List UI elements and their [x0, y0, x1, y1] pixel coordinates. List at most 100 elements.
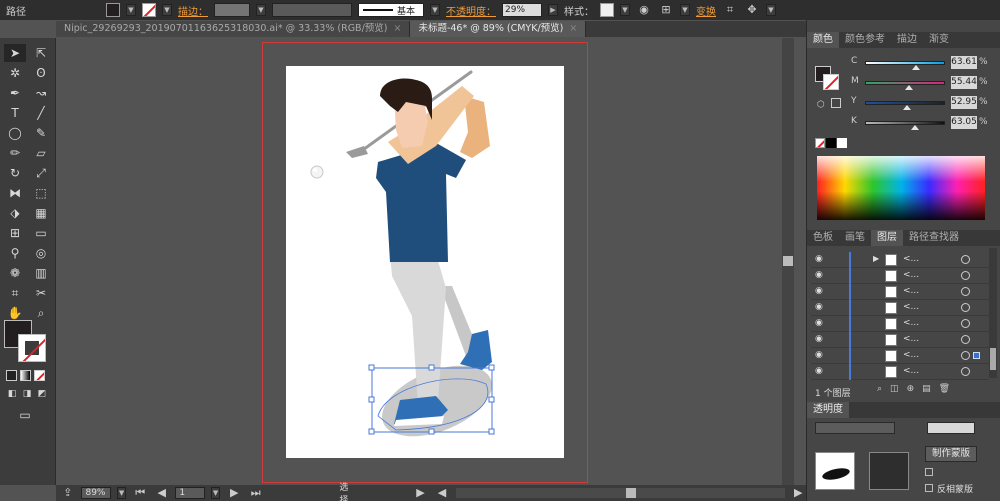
- horizontal-scrollbar[interactable]: [455, 488, 785, 498]
- fill-swatch[interactable]: [106, 3, 120, 17]
- tab-document-1[interactable]: Nipic_29269293_20190701163625318030.ai* …: [56, 21, 411, 37]
- stroke-swatch[interactable]: [142, 3, 156, 17]
- tab-color-guide[interactable]: 颜色参考: [839, 32, 891, 48]
- layer-name[interactable]: <...: [903, 334, 919, 344]
- target-icon[interactable]: [961, 319, 970, 328]
- scale-tool-icon[interactable]: ⤢: [30, 164, 52, 182]
- mask-thumbnail[interactable]: [869, 452, 909, 490]
- layer-name[interactable]: <...: [903, 350, 919, 360]
- eraser-tool-icon[interactable]: ▱: [30, 144, 52, 162]
- screen-mode-icon[interactable]: ▭: [14, 406, 36, 424]
- transform-label[interactable]: 变换: [696, 3, 716, 18]
- close-icon[interactable]: ×: [569, 23, 577, 34]
- curvature-tool-icon[interactable]: ↝: [30, 84, 52, 102]
- free-transform-tool-icon[interactable]: ⬚: [30, 184, 52, 202]
- canvas-area[interactable]: [56, 38, 794, 485]
- eye-icon[interactable]: ◉: [815, 270, 823, 280]
- eye-icon[interactable]: ◉: [815, 318, 823, 328]
- next-artboard-icon[interactable]: ▶: [226, 486, 241, 500]
- recolor-icon[interactable]: ◉: [636, 3, 652, 17]
- transparency-thumbnail[interactable]: [815, 452, 855, 490]
- tab-swatches[interactable]: 色板: [807, 230, 839, 246]
- paintbrush-tool-icon[interactable]: ✎: [30, 124, 52, 142]
- layers-scrollbar[interactable]: [989, 248, 997, 378]
- layer-row[interactable]: ◉ <...: [811, 332, 989, 348]
- slider-knob[interactable]: [903, 105, 912, 110]
- eye-icon[interactable]: ◉: [815, 350, 823, 360]
- channel-slider[interactable]: [865, 61, 945, 65]
- graphic-style-swatch[interactable]: [600, 3, 614, 17]
- type-tool-icon[interactable]: T: [4, 104, 26, 122]
- draw-behind-icon[interactable]: ◨: [21, 388, 33, 400]
- pen-tool-icon[interactable]: ✒: [4, 84, 26, 102]
- scrollbar-thumb[interactable]: [783, 256, 793, 266]
- target-icon[interactable]: [961, 335, 970, 344]
- transparency-opacity-field[interactable]: [927, 422, 975, 434]
- make-clip-mask-icon[interactable]: ◫: [890, 384, 899, 394]
- color-spectrum[interactable]: [817, 156, 985, 220]
- target-icon[interactable]: [961, 303, 970, 312]
- tab-layers[interactable]: 图层: [871, 230, 903, 246]
- layer-row[interactable]: ◉ ▶ <...: [811, 252, 989, 268]
- mesh-tool-icon[interactable]: ⊞: [4, 224, 26, 242]
- variable-width-field[interactable]: [272, 3, 352, 17]
- tab-brushes[interactable]: 画笔: [839, 230, 871, 246]
- symbol-sprayer-tool-icon[interactable]: ❁: [4, 264, 26, 282]
- layer-row[interactable]: ◉ <...: [811, 284, 989, 300]
- tab-color[interactable]: 颜色: [807, 32, 839, 48]
- align-dropdown-icon[interactable]: ▼: [680, 4, 690, 16]
- golfer-illustration[interactable]: [286, 66, 564, 458]
- target-icon[interactable]: [961, 351, 970, 360]
- layer-row[interactable]: ◉ <...: [811, 364, 989, 380]
- line-tool-icon[interactable]: ╱: [30, 104, 52, 122]
- zoom-dropdown-icon[interactable]: ▼: [116, 487, 127, 499]
- isolate-icon[interactable]: ✥: [744, 3, 760, 17]
- fill-dropdown-icon[interactable]: ▼: [126, 4, 136, 16]
- slider-knob[interactable]: [911, 125, 920, 130]
- prev-artboard-icon[interactable]: ◀: [154, 486, 169, 500]
- layer-row[interactable]: ◉ <...: [811, 316, 989, 332]
- tab-stroke[interactable]: 描边: [891, 32, 923, 48]
- stroke-label[interactable]: 描边：: [178, 3, 208, 18]
- new-layer-icon[interactable]: ▤: [922, 384, 931, 394]
- slider-knob[interactable]: [905, 85, 913, 90]
- status-menu-icon[interactable]: ▶: [413, 486, 428, 500]
- draw-inside-icon[interactable]: ◩: [36, 388, 48, 400]
- artboard[interactable]: [286, 66, 564, 458]
- slice-tool-icon[interactable]: ✂: [30, 284, 52, 302]
- column-graph-tool-icon[interactable]: ▥: [30, 264, 52, 282]
- opacity-dropdown-icon[interactable]: ▶: [548, 4, 558, 16]
- layer-row[interactable]: ◉ <...: [811, 268, 989, 284]
- expand-triangle-icon[interactable]: ▶: [873, 254, 879, 263]
- channel-value[interactable]: 63.05: [951, 116, 977, 129]
- pencil-tool-icon[interactable]: ✏: [4, 144, 26, 162]
- gradient-tool-icon[interactable]: ▭: [30, 224, 52, 242]
- brush-definition-field[interactable]: 基本: [358, 3, 424, 17]
- gradient-mode-icon[interactable]: [20, 370, 31, 381]
- width-tool-icon[interactable]: ⧓: [4, 184, 26, 202]
- layer-name[interactable]: <...: [903, 302, 919, 312]
- blend-tool-icon[interactable]: ◎: [30, 244, 52, 262]
- white-swatch[interactable]: [837, 138, 847, 148]
- draw-normal-icon[interactable]: ◧: [6, 388, 18, 400]
- none-swatch[interactable]: [815, 138, 825, 148]
- stroke-weight-dropdown-icon[interactable]: ▼: [256, 4, 266, 16]
- clip-checkbox[interactable]: [925, 468, 933, 476]
- locate-object-icon[interactable]: ⌕: [877, 384, 882, 394]
- vertical-scrollbar[interactable]: [782, 38, 794, 485]
- shape-builder-tool-icon[interactable]: ⬗: [4, 204, 26, 222]
- slider-knob[interactable]: [912, 65, 921, 70]
- eye-icon[interactable]: ◉: [815, 286, 823, 296]
- panel-menu-icon[interactable]: ▼: [766, 4, 776, 16]
- eye-icon[interactable]: ◉: [815, 302, 823, 312]
- target-icon[interactable]: [961, 367, 970, 376]
- artboard-tool-icon[interactable]: ⌗: [4, 284, 26, 302]
- tab-transparency[interactable]: 透明度: [807, 402, 849, 418]
- layer-name[interactable]: <...: [903, 318, 919, 328]
- blend-mode-field[interactable]: [815, 422, 895, 434]
- layer-name[interactable]: <...: [903, 286, 919, 296]
- first-artboard-icon[interactable]: ⏮: [132, 486, 147, 500]
- horizontal-scrollbar-thumb[interactable]: [625, 488, 636, 498]
- last-artboard-icon[interactable]: ⏭: [248, 486, 263, 500]
- color-mode-icon[interactable]: [6, 370, 17, 381]
